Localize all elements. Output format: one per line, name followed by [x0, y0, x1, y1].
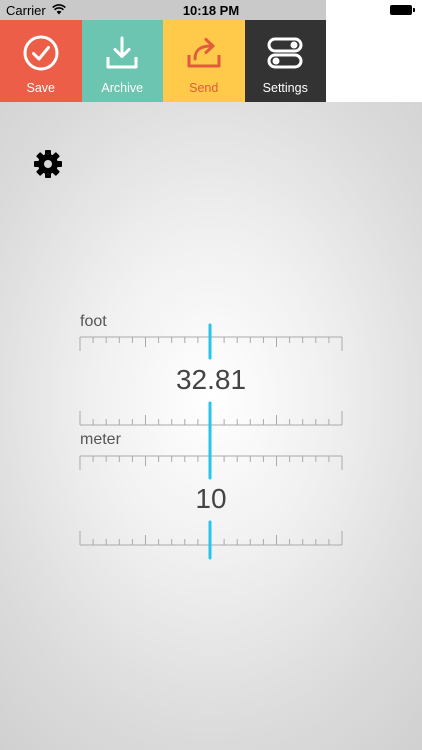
ruler-scales[interactable]: [0, 0, 422, 750]
